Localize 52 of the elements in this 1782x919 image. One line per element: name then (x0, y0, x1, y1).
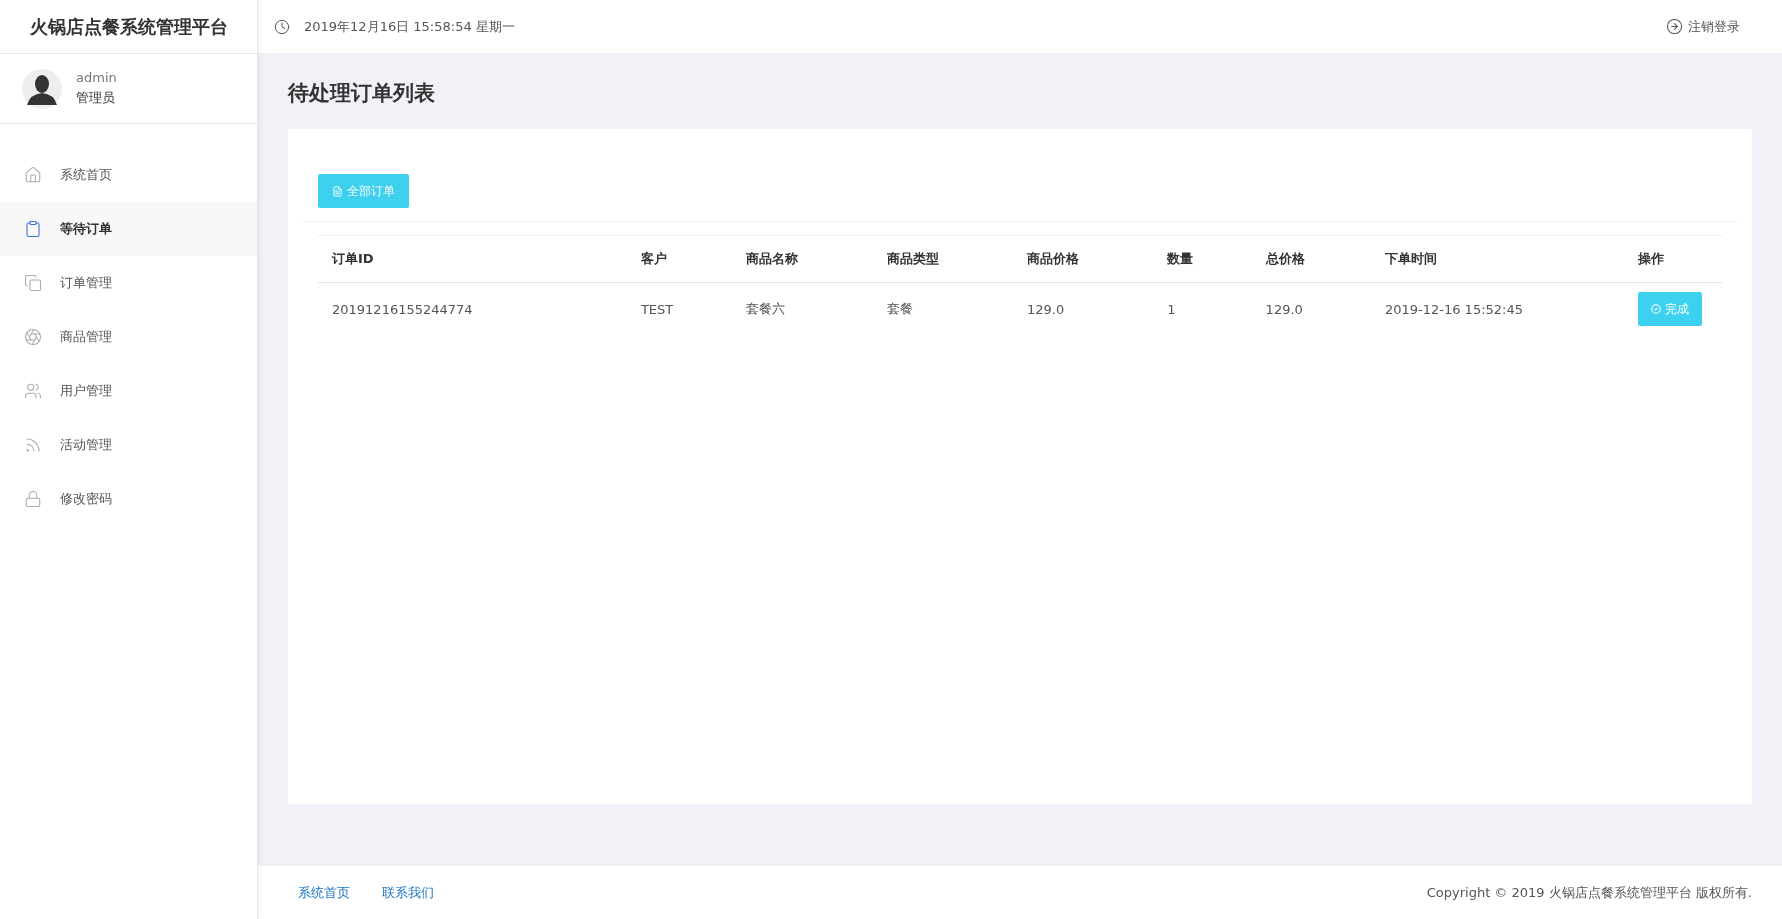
table-cell: 20191216155244774 (318, 282, 627, 335)
copy-icon (24, 274, 42, 292)
aperture-icon (24, 328, 42, 346)
sidebar-item[interactable]: 等待订单 (0, 202, 257, 256)
sidebar-label: 修改密码 (60, 490, 112, 508)
copyright-text: Copyright © 2019 火锅店点餐系统管理平台 版权所有. (1426, 883, 1752, 902)
users-icon (24, 382, 42, 400)
home-icon (24, 166, 42, 184)
table-cell: 129.0 (1251, 282, 1371, 335)
sidebar-label: 等待订单 (60, 220, 112, 238)
column-header: 客户 (626, 235, 733, 283)
header-datetime: 2019年12月16日 15:58:54 星期一 (304, 17, 515, 36)
sidebar-label: 用户管理 (60, 382, 112, 400)
rss-icon (24, 436, 42, 454)
column-header: 操作 (1623, 235, 1722, 283)
sidebar-item[interactable]: 商品管理 (0, 310, 257, 364)
footer-link[interactable]: 系统首页 (298, 883, 350, 902)
column-header: 下单时间 (1370, 235, 1624, 283)
column-header: 商品类型 (872, 235, 1013, 283)
user-name: admin (76, 70, 117, 85)
sidebar-label: 商品管理 (60, 328, 112, 346)
user-role: 管理员 (76, 89, 116, 107)
column-header: 商品价格 (1012, 235, 1154, 283)
sidebar-label: 系统首页 (60, 166, 112, 184)
footer-link[interactable]: 联系我们 (382, 883, 434, 902)
column-header: 商品名称 (732, 235, 873, 283)
page-title: 待处理订单列表 (288, 80, 436, 107)
sidebar-item[interactable]: 活动管理 (0, 418, 257, 472)
arrow-circle-icon (1666, 18, 1683, 35)
sidebar-item[interactable]: 用户管理 (0, 364, 257, 418)
sidebar-item[interactable]: 系统首页 (0, 148, 257, 202)
table-cell: 129.0 (1012, 282, 1154, 335)
clock-icon (274, 18, 290, 35)
document-icon (332, 185, 343, 197)
clipboard-icon (24, 220, 42, 238)
sidebar-item[interactable]: 修改密码 (0, 472, 257, 526)
column-header: 总价格 (1251, 235, 1371, 283)
column-header: 数量 (1153, 235, 1252, 283)
sidebar-item[interactable]: 订单管理 (0, 256, 257, 310)
table-cell: TEST (626, 282, 733, 335)
app-title: 火锅店点餐系统管理平台 (0, 0, 257, 54)
lock-icon (24, 490, 42, 508)
avatar-icon (22, 68, 62, 109)
column-header: 订单ID (318, 235, 627, 283)
logout-link[interactable]: 注销登录 (1666, 17, 1740, 36)
table-cell: 1 (1153, 282, 1252, 335)
check-circle-icon (1650, 304, 1661, 314)
sidebar-label: 活动管理 (60, 436, 112, 454)
sidebar-label: 订单管理 (60, 274, 112, 292)
table-cell: 套餐六 (732, 282, 873, 335)
table-cell: 2019-12-16 15:52:45 (1370, 282, 1624, 335)
table-cell: 套餐 (872, 282, 1013, 335)
